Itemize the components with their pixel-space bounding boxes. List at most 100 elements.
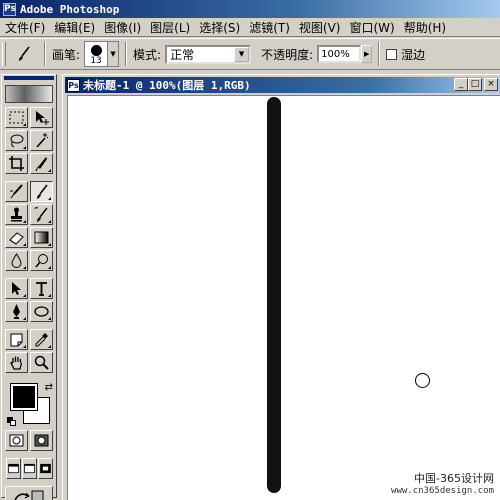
brush-tip-preview bbox=[91, 45, 103, 56]
slice-tool[interactable] bbox=[30, 153, 53, 174]
menu-edit[interactable]: 编辑(E) bbox=[49, 19, 99, 36]
history-brush-tool[interactable] bbox=[30, 204, 53, 225]
magic-wand-tool[interactable] bbox=[30, 130, 53, 151]
close-button[interactable]: × bbox=[484, 78, 498, 91]
color-swatches: ⇄ bbox=[5, 382, 53, 428]
quick-mask-icon bbox=[34, 434, 49, 447]
magnifier-icon bbox=[34, 355, 49, 370]
wet-edges-checkbox[interactable] bbox=[386, 48, 398, 60]
jump-to-imageready-button[interactable] bbox=[5, 486, 53, 500]
menu-layer[interactable]: 图层(L) bbox=[145, 19, 194, 36]
app-title-bar: Ps Adobe Photoshop bbox=[0, 0, 500, 18]
opacity-label: 不透明度: bbox=[261, 47, 314, 62]
standard-mode-icon bbox=[9, 434, 24, 447]
options-separator bbox=[44, 42, 46, 66]
document-title-bar[interactable]: Ps 未标题-1 @ 100%(图层 1,RGB) _ □ × bbox=[65, 77, 500, 93]
default-colors-icon[interactable] bbox=[7, 417, 16, 426]
options-bar-grip[interactable] bbox=[2, 42, 6, 66]
opacity-input[interactable]: 100% bbox=[317, 45, 362, 63]
maximize-icon: □ bbox=[470, 79, 480, 89]
menu-bar: 文件(F) 编辑(E) 图像(I) 图层(L) 选择(S) 滤镜(T) 视图(V… bbox=[0, 18, 500, 37]
brush-stroke bbox=[267, 97, 281, 493]
close-icon: × bbox=[487, 79, 495, 89]
zoom-tool[interactable] bbox=[30, 352, 53, 373]
document-title: 未标题-1 @ 100%(图层 1,RGB) bbox=[83, 79, 251, 92]
pen-tool[interactable] bbox=[5, 301, 28, 322]
brush-picker-dropdown[interactable]: ▼ bbox=[108, 41, 120, 67]
eyedropper-tool[interactable] bbox=[30, 329, 53, 350]
clone-stamp-tool[interactable] bbox=[5, 204, 28, 225]
brush-preset-swatch[interactable]: 13 bbox=[84, 41, 109, 67]
menu-select[interactable]: 选择(S) bbox=[194, 19, 244, 36]
notes-tool[interactable] bbox=[5, 329, 28, 350]
jump-to-imageready-icon bbox=[14, 490, 44, 500]
standard-screen-mode-button[interactable] bbox=[5, 458, 21, 479]
document-icon[interactable]: Ps bbox=[67, 78, 80, 92]
blend-mode-select[interactable]: 正常 ▼ bbox=[165, 44, 252, 64]
document-window: Ps 未标题-1 @ 100%(图层 1,RGB) _ □ × 中国-365设计… bbox=[62, 74, 500, 500]
photoshop-app-icon[interactable]: Ps bbox=[3, 2, 16, 16]
crop-tool[interactable] bbox=[5, 153, 28, 174]
ellipse-tool[interactable] bbox=[30, 301, 53, 322]
type-tool[interactable] bbox=[30, 278, 53, 299]
hand-tool[interactable] bbox=[5, 352, 28, 373]
watermark-line1: 中国-365设计网 bbox=[414, 472, 494, 485]
window-buttons: _ □ × bbox=[454, 78, 498, 91]
image-canvas[interactable]: 中国-365设计网 www.cn365design.com bbox=[67, 95, 500, 500]
eraser-tool[interactable] bbox=[5, 227, 28, 248]
minimize-icon: _ bbox=[458, 79, 464, 89]
brush-size-value: 13 bbox=[90, 56, 102, 66]
wet-edges-label: 湿边 bbox=[401, 47, 426, 62]
move-icon bbox=[36, 111, 49, 125]
brush-label: 画笔: bbox=[52, 47, 81, 62]
options-bar: 画笔: 13 ▼ 模式: 正常 ▼ 不透明度: 100% ▶ 湿边 bbox=[0, 38, 500, 70]
dodge-tool[interactable] bbox=[30, 250, 53, 271]
standard-mode-button[interactable] bbox=[5, 430, 28, 451]
options-separator bbox=[125, 42, 128, 66]
standard-screen-icon bbox=[7, 463, 19, 474]
full-screen-mode-button[interactable] bbox=[37, 458, 53, 479]
menu-help[interactable]: 帮助(H) bbox=[399, 19, 450, 36]
blend-mode-value: 正常 bbox=[170, 47, 195, 62]
options-separator bbox=[378, 42, 381, 66]
toolbox: ⇄ bbox=[1, 74, 57, 500]
airbrush-icon bbox=[10, 184, 23, 199]
path-selection-tool[interactable] bbox=[5, 278, 28, 299]
marquee-tool[interactable] bbox=[5, 107, 28, 128]
lasso-tool[interactable] bbox=[5, 130, 28, 151]
gradient-tool[interactable] bbox=[30, 227, 53, 248]
full-screen-menu-mode-button[interactable] bbox=[21, 458, 37, 479]
crop-icon bbox=[9, 156, 24, 171]
brush-cursor-icon bbox=[415, 373, 430, 388]
menu-file[interactable]: 文件(F) bbox=[0, 19, 49, 36]
watermark: 中国-365设计网 www.cn365design.com bbox=[391, 472, 494, 498]
swap-colors-icon[interactable]: ⇄ bbox=[45, 382, 53, 393]
hand-icon bbox=[10, 356, 23, 370]
adobe-online-logo[interactable] bbox=[5, 85, 53, 103]
chevron-down-icon: ▼ bbox=[234, 46, 250, 62]
menu-filter[interactable]: 滤镜(T) bbox=[244, 19, 294, 36]
app-title: Adobe Photoshop bbox=[20, 2, 120, 16]
airbrush-tool[interactable] bbox=[5, 181, 28, 202]
menu-window[interactable]: 窗口(W) bbox=[344, 19, 398, 36]
foreground-color-swatch[interactable] bbox=[10, 383, 38, 411]
menu-view[interactable]: 视图(V) bbox=[294, 19, 345, 36]
menu-image[interactable]: 图像(I) bbox=[99, 19, 145, 36]
paintbrush-icon bbox=[19, 46, 30, 61]
mode-label: 模式: bbox=[133, 47, 162, 62]
move-tool[interactable] bbox=[30, 107, 53, 128]
blur-tool[interactable] bbox=[5, 250, 28, 271]
paintbrush-tool[interactable] bbox=[30, 181, 53, 202]
chevron-down-icon: ▼ bbox=[110, 50, 116, 58]
magic-wand-icon bbox=[36, 133, 49, 148]
watermark-line2: www.cn365design.com bbox=[391, 486, 494, 496]
minimize-button[interactable]: _ bbox=[454, 78, 468, 91]
opacity-slider-button[interactable]: ▶ bbox=[361, 45, 373, 63]
full-screen-icon bbox=[39, 463, 51, 474]
maximize-button[interactable]: □ bbox=[468, 78, 482, 91]
toolbox-title-bar[interactable] bbox=[4, 76, 54, 80]
full-screen-menu-icon bbox=[23, 463, 35, 474]
tool-preset-picker[interactable] bbox=[10, 41, 38, 67]
chevron-right-icon: ▶ bbox=[363, 50, 370, 58]
quick-mask-button[interactable] bbox=[30, 430, 53, 451]
